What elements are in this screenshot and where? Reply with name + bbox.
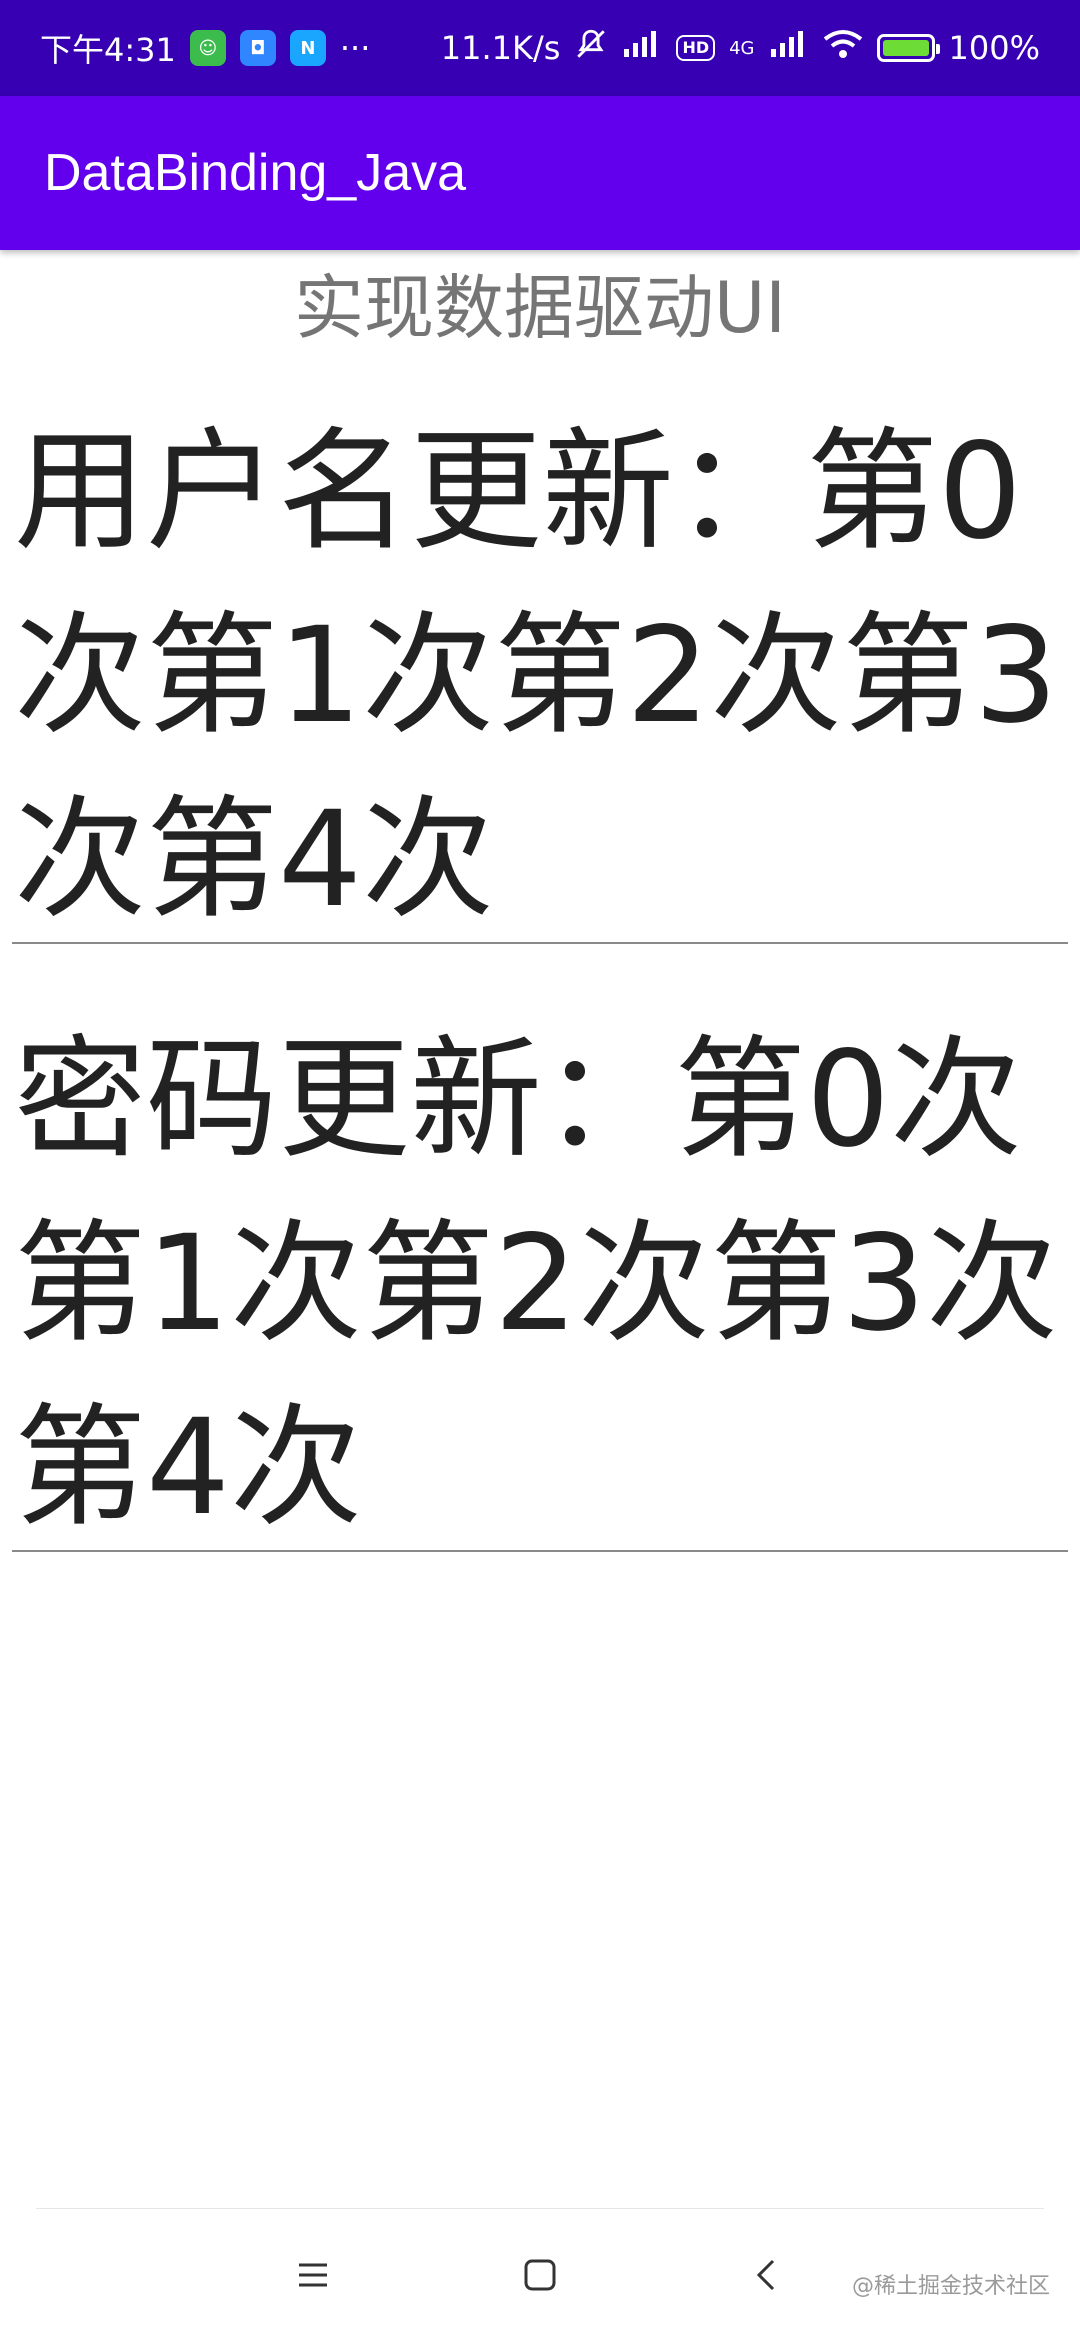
signal-4g-icon	[769, 29, 809, 67]
password-update-text: 密码更新：第0次第1次第2次第3次第4次	[14, 1023, 1058, 1545]
more-icon: ···	[339, 29, 371, 67]
net-speed: 11.1K/s	[440, 29, 561, 67]
home-icon	[524, 2259, 556, 2291]
status-bar: 下午4:31 ☺ ◘ N ··· 11.1K/s HD 4G 100%	[0, 0, 1080, 96]
back-button[interactable]	[727, 2235, 807, 2315]
menu-icon	[299, 2263, 328, 2287]
subtitle: 实现数据驱动UI	[294, 267, 786, 349]
battery-icon	[876, 34, 940, 62]
status-right: 11.1K/s HD 4G 100%	[441, 27, 1040, 69]
watermark: @稀土掘金技术社区	[851, 2274, 1050, 2299]
username-update-text: 用户名更新：第0次第1次第2次第3次第4次	[14, 415, 1058, 937]
back-icon	[756, 2259, 774, 2291]
home-button[interactable]	[500, 2235, 580, 2315]
menu-button[interactable]	[273, 2235, 353, 2315]
battery-level: 100%	[948, 29, 1040, 67]
app-icon: ◘	[239, 30, 276, 66]
signal-icon	[622, 29, 662, 67]
status-left: 下午4:31 ☺ ◘ N ···	[40, 25, 370, 71]
status-time: 下午4:31	[40, 31, 176, 69]
hd-badge: HD	[676, 35, 716, 61]
n-icon: N	[289, 30, 326, 66]
network-type: 4G	[729, 37, 755, 59]
divider	[12, 1550, 1068, 1552]
nav-divider	[36, 2208, 1044, 2209]
divider	[12, 942, 1068, 944]
app-bar: DataBinding_Java	[0, 96, 1080, 250]
mute-bell-icon	[574, 27, 608, 69]
wechat-icon: ☺	[189, 30, 226, 66]
wifi-icon	[823, 29, 863, 67]
app-title: DataBinding_Java	[44, 144, 467, 202]
